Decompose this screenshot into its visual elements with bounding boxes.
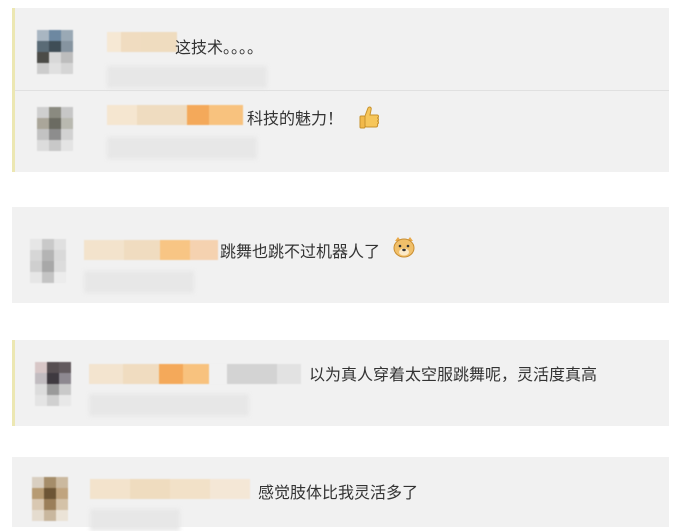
avatar[interactable] [30,239,66,283]
comment-meta [107,137,257,159]
comment-feed: { "comments": [ {"text": "这技术。。。。", "emo… [0,0,680,531]
comment-item: 科技的魅力！ [15,91,669,172]
comment-meta [84,271,194,293]
comment-card: 这技术。。。。 科技的魅力！ [12,8,669,172]
username[interactable] [107,105,243,125]
comment-text: 跳舞也跳不过机器人了 [220,242,381,261]
comment-text: 感觉肢体比我灵活多了 [258,483,419,502]
comment-card: 以为真人穿着太空服跳舞呢，灵活度真高 [12,340,669,426]
comment-item: 跳舞也跳不过机器人了 [12,207,669,303]
comment-meta [90,509,180,531]
username[interactable] [89,364,301,384]
comment-text: 以为真人穿着太空服跳舞呢，灵活度真高 [309,365,598,384]
comment-item: 以为真人穿着太空服跳舞呢，灵活度真高 [15,340,669,426]
doge-icon [392,235,416,263]
comment-meta [107,66,267,88]
comment-card: 跳舞也跳不过机器人了 [12,207,669,303]
comment-meta [89,394,249,416]
avatar[interactable] [37,30,73,74]
avatar[interactable] [37,107,73,151]
username[interactable] [84,240,218,260]
comment-item: 这技术。。。。 [15,8,669,90]
comment-text: 科技的魅力！ [247,109,344,128]
avatar[interactable] [35,362,71,406]
username[interactable] [107,32,177,52]
username[interactable] [90,479,250,499]
comment-item: 感觉肢体比我灵活多了 [12,457,669,531]
comment-text: 这技术。。。。 [175,38,264,57]
comment-card: 感觉肢体比我灵活多了 [12,457,669,531]
thumbs-up-icon [357,105,381,135]
avatar[interactable] [32,477,68,521]
